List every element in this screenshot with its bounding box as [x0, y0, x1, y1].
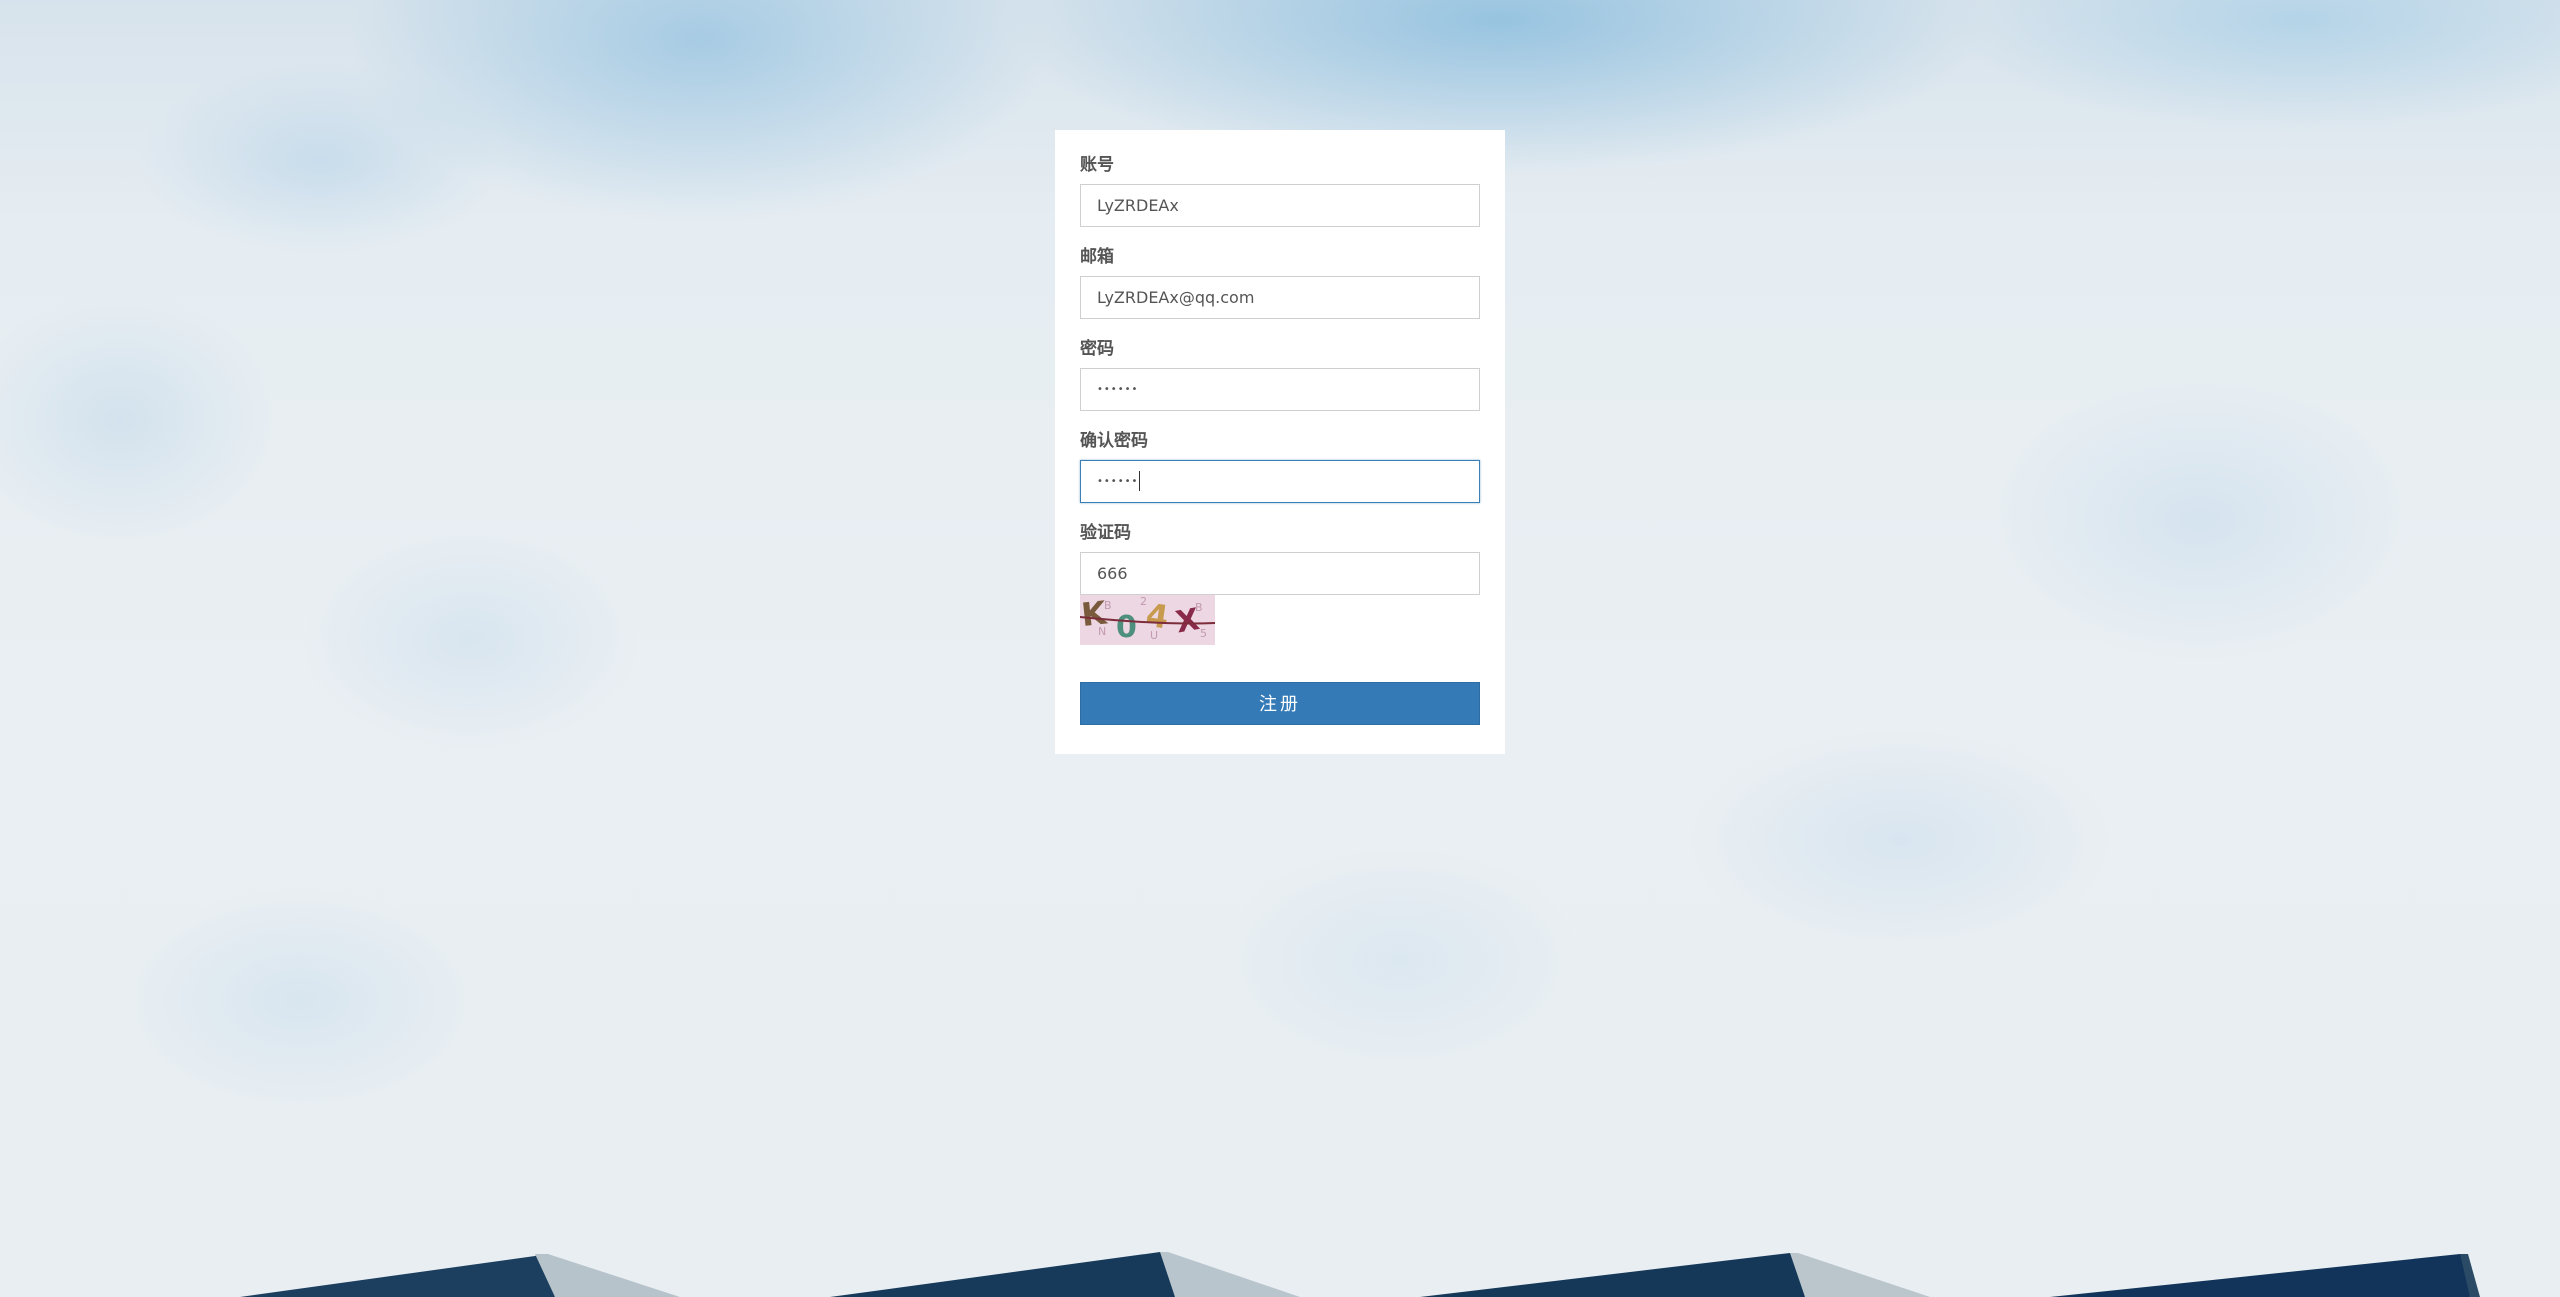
captcha-image[interactable]: B 2 U B 5 N K 0 4 X	[1080, 593, 1216, 645]
email-input[interactable]: LyZRDEAx@qq.com	[1080, 276, 1480, 319]
account-field: 账号 LyZRDEAx	[1080, 154, 1480, 227]
captcha-char-1: K	[1080, 595, 1109, 634]
password-input[interactable]: ••••••	[1080, 368, 1480, 411]
captcha-char-2: 0	[1116, 610, 1137, 645]
confirm-password-field: 确认密码 ••••••	[1080, 430, 1480, 503]
captcha-label: 验证码	[1080, 523, 1131, 543]
confirm-password-input[interactable]: ••••••	[1080, 460, 1480, 503]
register-button[interactable]: 注册	[1080, 682, 1480, 725]
password-label: 密码	[1080, 339, 1114, 359]
confirm-password-value: ••••••	[1097, 476, 1139, 487]
account-input[interactable]: LyZRDEAx	[1080, 184, 1480, 227]
building-roof-image	[0, 1252, 2480, 1297]
captcha-input[interactable]: 666	[1080, 552, 1480, 595]
register-form: 账号 LyZRDEAx 邮箱 LyZRDEAx@qq.com 密码 ••••••…	[1055, 130, 1505, 754]
email-field: 邮箱 LyZRDEAx@qq.com	[1080, 246, 1480, 319]
text-caret	[1139, 471, 1141, 491]
confirm-password-label: 确认密码	[1080, 431, 1148, 451]
password-field: 密码 ••••••	[1080, 338, 1480, 411]
email-label: 邮箱	[1080, 247, 1114, 267]
svg-text:2: 2	[1140, 595, 1147, 608]
account-label: 账号	[1080, 155, 1114, 175]
captcha-field: 验证码 666	[1080, 522, 1480, 595]
